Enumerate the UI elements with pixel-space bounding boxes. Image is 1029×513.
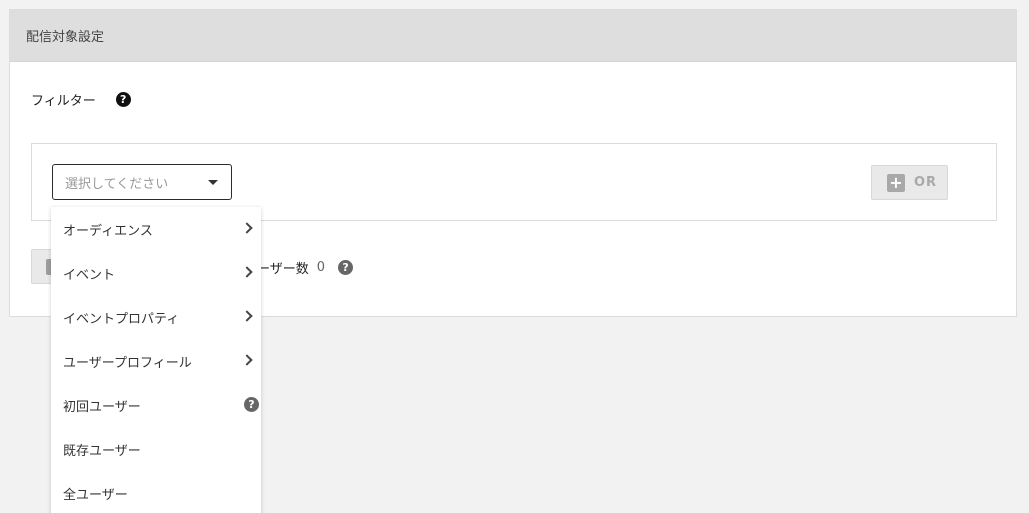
chevron-right-icon (241, 310, 253, 322)
user-count-help-icon[interactable]: ? (338, 260, 354, 275)
add-or-button[interactable]: + OR (871, 165, 948, 200)
menu-item-first-time-users[interactable]: 初回ユーザー ? (51, 383, 261, 427)
menu-item-user-profile[interactable]: ユーザープロフィール (51, 339, 261, 383)
card-header: 配信対象設定 (10, 10, 1016, 62)
filter-help-icon[interactable]: ? (115, 92, 131, 107)
section-title: 配信対象設定 (26, 30, 105, 45)
caret-down-icon (208, 180, 218, 185)
menu-item-label: 全ユーザー (63, 487, 128, 503)
or-button-label: OR (914, 175, 938, 190)
menu-item-label: イベントプロパティ (63, 311, 180, 327)
menu-item-all-users[interactable]: 全ユーザー (51, 471, 261, 513)
menu-item-existing-users[interactable]: 既存ユーザー (51, 427, 261, 471)
help-icon[interactable]: ? (244, 397, 259, 412)
menu-item-event[interactable]: イベント (51, 251, 261, 295)
menu-item-label: オーディエンス (63, 223, 153, 239)
menu-item-audience[interactable]: オーディエンス (51, 207, 261, 251)
chevron-right-icon (241, 266, 253, 278)
user-count-value: 0 (316, 260, 326, 275)
filter-select-placeholder: 選択してください (65, 176, 169, 192)
filter-label: フィルター (31, 94, 96, 109)
menu-item-label: 既存ユーザー (63, 443, 141, 459)
filter-select[interactable]: 選択してください (52, 164, 232, 200)
menu-item-label: イベント (63, 267, 116, 283)
chevron-right-icon (241, 222, 253, 234)
menu-item-label: 初回ユーザー (63, 399, 141, 415)
user-count-row: ーザー数 0 ? (257, 258, 354, 277)
menu-item-label: ユーザープロフィール (63, 355, 192, 371)
chevron-right-icon (241, 354, 253, 366)
menu-item-event-property[interactable]: イベントプロパティ (51, 295, 261, 339)
filter-dropdown-menu: オーディエンス イベント イベントプロパティ ユーザープロフィール 初回ユーザー… (51, 207, 261, 513)
plus-icon: + (887, 173, 905, 192)
filter-label-row: フィルター ? (31, 90, 131, 109)
user-count-label: ーザー数 (257, 262, 309, 277)
